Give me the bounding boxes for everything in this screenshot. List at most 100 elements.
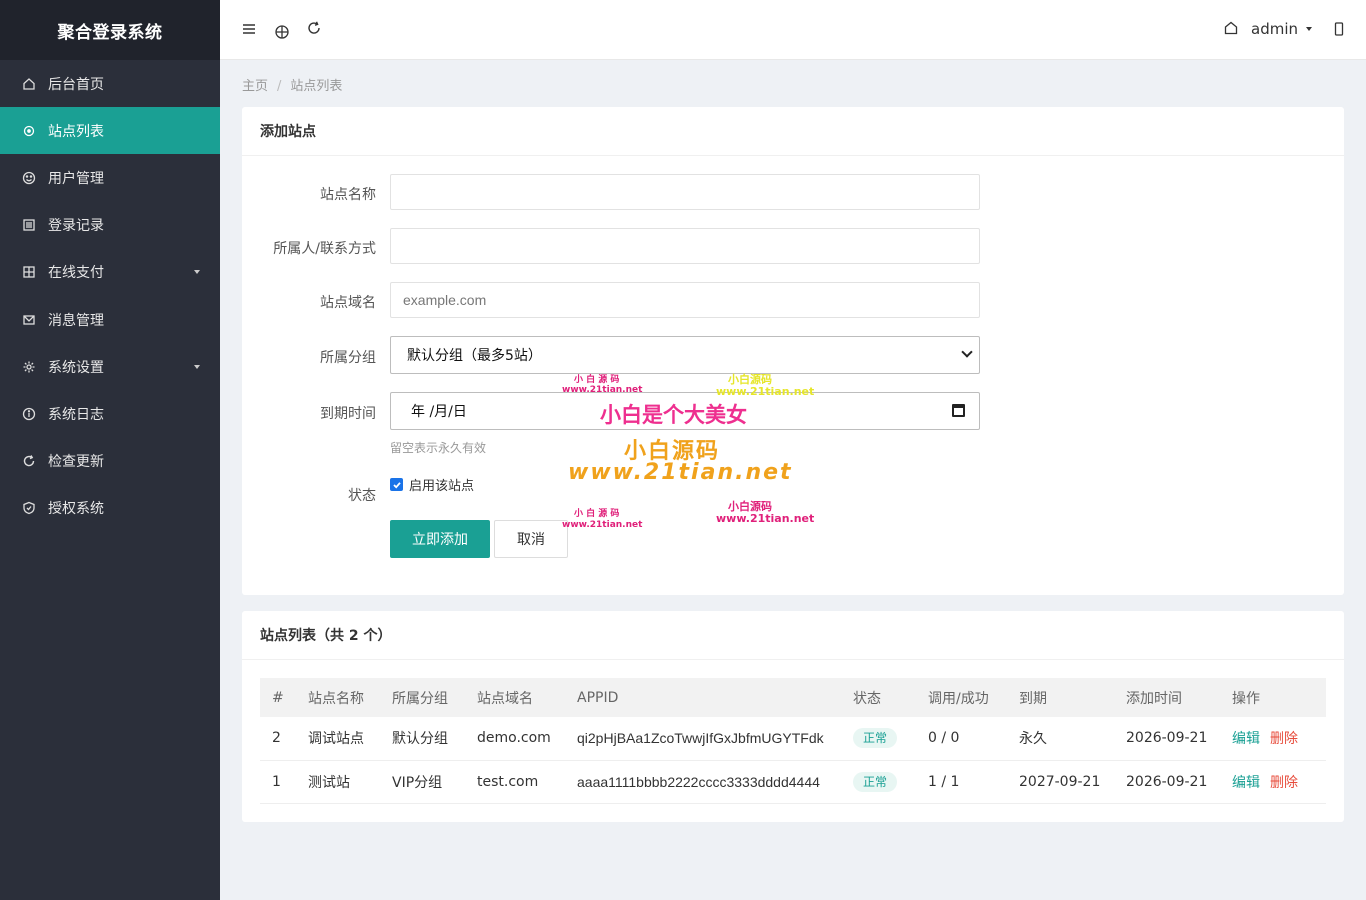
cell-domain: demo.com bbox=[477, 717, 577, 761]
edit-link[interactable]: 编辑 bbox=[1232, 775, 1260, 791]
cell-name: 测试站 bbox=[308, 760, 392, 804]
refresh-icon bbox=[22, 454, 36, 468]
sidebar: 聚合登录系统 后台首页 站点列表 用户管理 登录记录 在线支付 消息管理 系统设… bbox=[0, 0, 220, 900]
add-site-card: 添加站点 站点名称 所属人/联系方式 站点域名 example.com 所属分组… bbox=[242, 107, 1344, 595]
column-header: 所属分组 bbox=[392, 678, 477, 717]
sidebar-item-sites[interactable]: 站点列表 bbox=[0, 107, 220, 155]
cell-group: VIP分组 bbox=[392, 760, 477, 804]
table-header-row: # 站点名称 所属分组 站点域名 APPID 状态 调用/成功 到期 添加时间 … bbox=[260, 678, 1326, 717]
delete-link[interactable]: 删除 bbox=[1270, 775, 1298, 791]
sidebar-item-settings[interactable]: 系统设置 bbox=[0, 343, 220, 390]
table-row: 1 测试站 VIP分组 test.com aaaa1111bbbb2222ccc… bbox=[260, 760, 1326, 804]
globe-icon[interactable] bbox=[273, 23, 291, 41]
menu-icon[interactable] bbox=[240, 20, 258, 38]
checkbox-checked-icon[interactable] bbox=[390, 478, 403, 491]
group-label: 所属分组 bbox=[320, 350, 376, 366]
column-header: # bbox=[260, 678, 308, 717]
cell-added: 2026-09-21 bbox=[1126, 760, 1232, 804]
delete-link[interactable]: 删除 bbox=[1270, 731, 1298, 747]
column-header: 状态 bbox=[853, 678, 928, 717]
table-row: 2 调试站点 默认分组 demo.com qi2pHjBAa1ZcoTwwjIf… bbox=[260, 717, 1326, 761]
cell-calls: 1 / 1 bbox=[928, 760, 1019, 804]
breadcrumb-current: 站点列表 bbox=[290, 79, 343, 94]
column-header: 操作 bbox=[1232, 678, 1326, 717]
watermark-url-pink: www.21tian.net bbox=[716, 512, 815, 525]
owner-input[interactable] bbox=[390, 228, 980, 264]
user-menu[interactable]: admin bbox=[1251, 20, 1312, 38]
home-icon[interactable] bbox=[1222, 19, 1240, 37]
sidebar-item-users[interactable]: 用户管理 bbox=[0, 154, 220, 201]
cell-name: 调试站点 bbox=[308, 717, 392, 761]
card-title: 站点列表（共 2 个） bbox=[242, 611, 1344, 660]
status-label: 状态 bbox=[348, 488, 376, 504]
watermark-url-orange: www.21tian.net bbox=[568, 460, 793, 485]
sidebar-item-home[interactable]: 后台首页 bbox=[0, 60, 220, 107]
column-header: APPID bbox=[577, 678, 853, 717]
sidebar-nav: 后台首页 站点列表 用户管理 登录记录 在线支付 消息管理 系统设置 系统日志 … bbox=[0, 60, 220, 532]
cell-actions: 编辑 删除 bbox=[1232, 760, 1326, 804]
expire-date-input[interactable]: 年 /月/日 bbox=[390, 392, 980, 430]
sidebar-item-login-logs[interactable]: 登录记录 bbox=[0, 202, 220, 249]
sidebar-item-check-update[interactable]: 检查更新 bbox=[0, 438, 220, 485]
domain-input[interactable]: example.com bbox=[390, 282, 980, 318]
cell-calls: 0 / 0 bbox=[928, 717, 1019, 761]
cell-actions: 编辑 删除 bbox=[1232, 717, 1326, 761]
site-name-input[interactable] bbox=[390, 174, 980, 210]
sidebar-item-license[interactable]: 授权系统 bbox=[0, 485, 220, 532]
cell-expire: 永久 bbox=[1019, 717, 1126, 761]
sidebar-item-payment[interactable]: 在线支付 bbox=[0, 249, 220, 296]
watermark-small-brand-2: 小 白 源 码 bbox=[574, 509, 620, 519]
cell-id: 2 bbox=[260, 717, 308, 761]
smile-icon bbox=[22, 171, 36, 185]
watermark-brand-pink: 小白源码 bbox=[728, 500, 772, 513]
card-title: 添加站点 bbox=[242, 107, 1344, 156]
enable-site-label: 启用该站点 bbox=[409, 479, 475, 494]
phone-icon[interactable] bbox=[1330, 20, 1348, 38]
cell-group: 默认分组 bbox=[392, 717, 477, 761]
owner-label: 所属人/联系方式 bbox=[273, 241, 376, 257]
status-badge: 正常 bbox=[853, 728, 898, 749]
expire-hint: 留空表示永久有效 bbox=[390, 441, 487, 455]
sidebar-item-label: 用户管理 bbox=[48, 170, 104, 187]
cell-expire: 2027-09-21 bbox=[1019, 760, 1126, 804]
group-select-value: 默认分组（最多5站） bbox=[407, 348, 542, 364]
domain-label: 站点域名 bbox=[320, 295, 376, 311]
enable-site-checkbox[interactable]: 启用该站点 bbox=[390, 475, 474, 494]
column-header: 站点名称 bbox=[308, 678, 392, 717]
column-header: 站点域名 bbox=[477, 678, 577, 717]
shield-icon bbox=[22, 501, 36, 515]
refresh-icon[interactable] bbox=[305, 19, 323, 37]
cell-appid: aaaa1111bbbb2222cccc3333dddd4444 bbox=[577, 760, 853, 804]
site-table: # 站点名称 所属分组 站点域名 APPID 状态 调用/成功 到期 添加时间 … bbox=[260, 678, 1326, 804]
caret-down-icon bbox=[194, 364, 200, 369]
sidebar-item-label: 检查更新 bbox=[48, 454, 104, 471]
mail-icon bbox=[22, 313, 36, 327]
cell-status: 正常 bbox=[853, 717, 928, 761]
caret-down-icon bbox=[1306, 27, 1312, 31]
cancel-button[interactable]: 取消 bbox=[494, 520, 568, 558]
sidebar-item-label: 消息管理 bbox=[48, 312, 104, 329]
watermark-brand-orange: 小白源码 bbox=[624, 439, 721, 464]
column-header: 到期 bbox=[1019, 678, 1126, 717]
sidebar-item-messages[interactable]: 消息管理 bbox=[0, 296, 220, 343]
app-title: 聚合登录系统 bbox=[0, 0, 220, 60]
sidebar-item-label: 在线支付 bbox=[48, 265, 104, 282]
chevron-down-icon bbox=[961, 346, 973, 358]
submit-button[interactable]: 立即添加 bbox=[390, 520, 490, 558]
cell-domain: test.com bbox=[477, 760, 577, 804]
list-icon bbox=[22, 218, 36, 232]
breadcrumb-home[interactable]: 主页 bbox=[242, 79, 268, 94]
column-header: 调用/成功 bbox=[928, 678, 1019, 717]
home-icon bbox=[22, 77, 36, 91]
sidebar-item-system-logs[interactable]: 系统日志 bbox=[0, 390, 220, 437]
top-header: admin bbox=[220, 0, 1366, 60]
cell-id: 1 bbox=[260, 760, 308, 804]
sidebar-item-label: 登录记录 bbox=[48, 218, 104, 235]
site-list-card: 站点列表（共 2 个） # 站点名称 所属分组 站点域名 APPID 状态 调用… bbox=[242, 611, 1344, 822]
edit-link[interactable]: 编辑 bbox=[1232, 731, 1260, 747]
group-select[interactable]: 默认分组（最多5站） bbox=[390, 336, 980, 374]
name-label: 站点名称 bbox=[320, 187, 376, 203]
user-name: admin bbox=[1251, 20, 1298, 38]
cell-added: 2026-09-21 bbox=[1126, 717, 1232, 761]
calendar-icon[interactable] bbox=[952, 404, 965, 417]
